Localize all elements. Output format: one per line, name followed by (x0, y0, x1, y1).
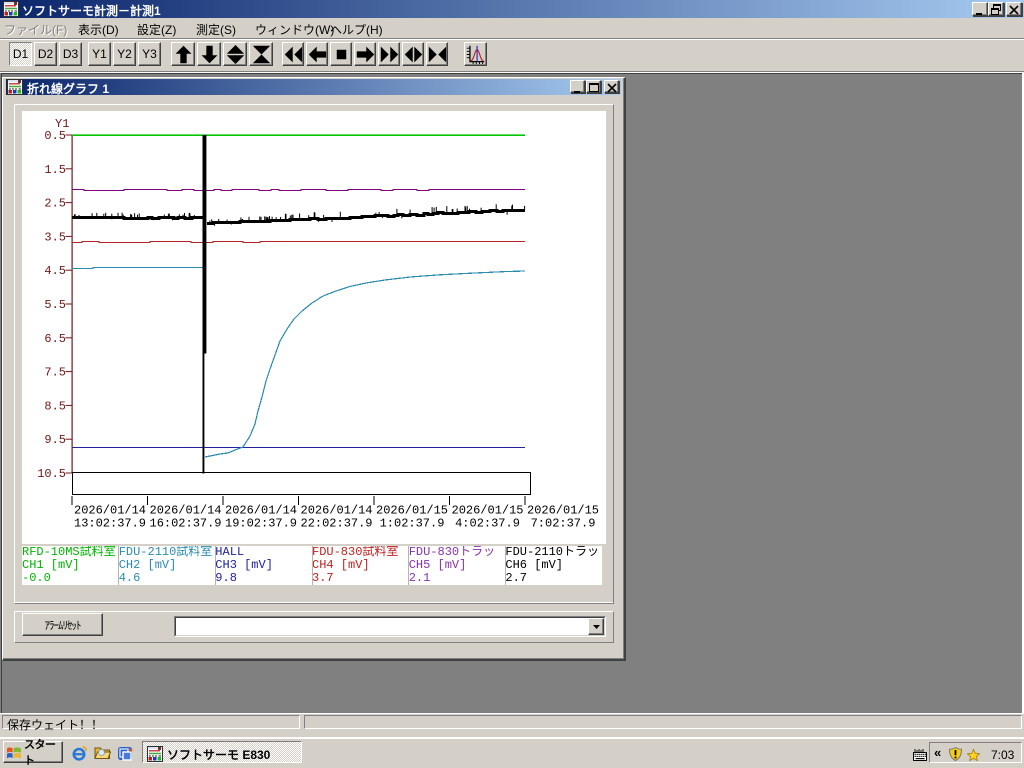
svg-text:2026/01/15: 2026/01/15 (376, 504, 448, 518)
svg-text:2026/01/14: 2026/01/14 (150, 504, 222, 518)
svg-text:4:02:37.9: 4:02:37.9 (455, 517, 520, 531)
svg-text:5.5: 5.5 (44, 298, 66, 312)
svg-text:7.5: 7.5 (44, 366, 66, 380)
svg-text:16:02:37.9: 16:02:37.9 (150, 517, 222, 531)
svg-text:2026/01/14: 2026/01/14 (225, 504, 297, 518)
svg-text:1.5: 1.5 (44, 163, 66, 177)
svg-text:13:02:37.9: 13:02:37.9 (74, 517, 146, 531)
svg-text:2.5: 2.5 (44, 197, 66, 211)
svg-text:6.5: 6.5 (44, 332, 66, 346)
svg-text:7:02:37.9: 7:02:37.9 (531, 517, 596, 531)
svg-text:2026/01/15: 2026/01/15 (452, 504, 524, 518)
svg-text:8.5: 8.5 (44, 399, 66, 413)
svg-text:2026/01/14: 2026/01/14 (74, 504, 146, 518)
svg-text:2026/01/15: 2026/01/15 (527, 504, 599, 518)
svg-text:9.5: 9.5 (44, 433, 66, 447)
svg-text:1:02:37.9: 1:02:37.9 (380, 517, 445, 531)
svg-text:2026/01/14: 2026/01/14 (301, 504, 373, 518)
svg-text:19:02:37.9: 19:02:37.9 (225, 517, 297, 531)
svg-text:22:02:37.9: 22:02:37.9 (301, 517, 373, 531)
svg-text:4.5: 4.5 (44, 264, 66, 278)
svg-text:10.5: 10.5 (37, 467, 66, 481)
svg-text:3.5: 3.5 (44, 230, 66, 244)
svg-text:0.5: 0.5 (44, 129, 66, 143)
